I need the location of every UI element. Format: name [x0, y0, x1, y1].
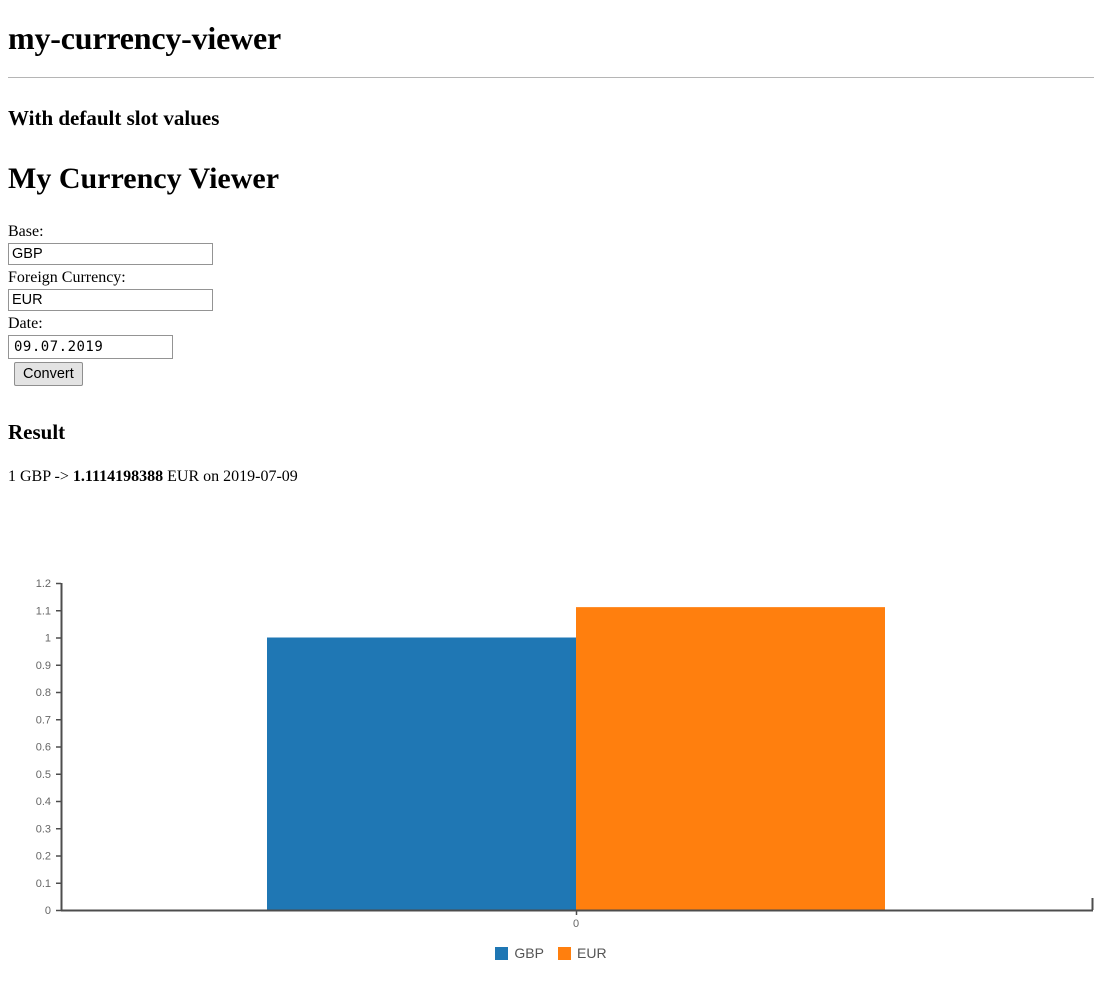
header-divider	[8, 77, 1094, 79]
y-tick-label: 0.3	[36, 823, 51, 835]
legend-swatch-icon	[495, 947, 509, 960]
y-tick-label: 0.1	[36, 878, 51, 890]
bar-gbp[interactable]	[267, 637, 576, 911]
x-tick-label: 0	[573, 918, 579, 930]
legend-label: EUR	[577, 945, 607, 961]
y-tick-label: 0.9	[36, 660, 51, 672]
result-rate: 1.1114198388	[72, 467, 164, 485]
y-tick-label: 0.7	[36, 714, 51, 726]
y-tick-label: 0.5	[36, 769, 51, 781]
section-heading: With default slot values	[8, 106, 220, 131]
chart-legend: GBP EUR	[0, 945, 1102, 961]
currency-bar-chart: 1.2 1.1 1 0.9 0.8 0.7 0.6 0.5 0.4 0.3 0.2 0.1 0 0 GBP…	[0, 573, 1102, 973]
legend-item-eur[interactable]: EUR	[558, 945, 607, 961]
y-tick-label: 1.2	[36, 578, 51, 590]
legend-item-gbp[interactable]: GBP	[495, 945, 544, 961]
foreign-currency-label: Foreign Currency:	[8, 268, 126, 286]
y-tick-label: 0.8	[36, 687, 51, 699]
result-prefix: 1 GBP ->	[8, 467, 73, 485]
legend-label: GBP	[514, 945, 544, 961]
result-heading: Result	[8, 419, 66, 444]
widget-heading: My Currency Viewer	[8, 162, 280, 196]
convert-button[interactable]: Convert	[14, 361, 83, 386]
y-tick-label: 1.1	[36, 605, 51, 617]
result-text: 1 GBP -> 1.1114198388 EUR on 2019-07-09	[8, 467, 1094, 487]
y-tick-label: 1	[45, 633, 51, 645]
base-currency-input[interactable]	[8, 242, 213, 265]
result-suffix: EUR on 2019-07-09	[163, 467, 298, 485]
page-root: my-currency-viewer With default slot val…	[0, 20, 1102, 487]
y-tick-label: 0.2	[36, 851, 51, 863]
y-tick-label: 0.6	[36, 742, 51, 754]
page-title: my-currency-viewer	[8, 20, 282, 56]
legend-swatch-icon	[558, 947, 571, 960]
currency-form: Base: Foreign Currency: Date: Convert	[8, 223, 1094, 386]
y-tick-label: 0	[45, 905, 51, 917]
bar-eur[interactable]	[576, 607, 885, 910]
date-label: Date:	[8, 314, 43, 332]
chart-canvas: 1.2 1.1 1 0.9 0.8 0.7 0.6 0.5 0.4 0.3 0.2 0.1 0 0	[36, 578, 1094, 930]
base-currency-label: Base:	[8, 222, 44, 240]
date-input[interactable]	[8, 334, 173, 359]
foreign-currency-input[interactable]	[8, 288, 213, 311]
y-tick-label: 0.4	[36, 796, 51, 808]
